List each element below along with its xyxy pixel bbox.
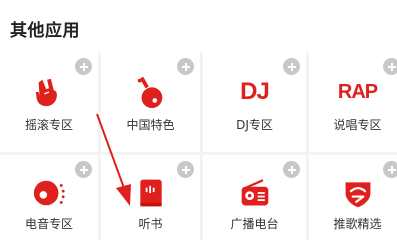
plus-icon [387, 165, 396, 174]
plus-icon [387, 62, 396, 71]
add-button[interactable] [283, 161, 300, 178]
app-label: 摇滚专区 [24, 118, 73, 132]
add-button[interactable] [75, 58, 92, 75]
add-button[interactable] [383, 161, 397, 178]
rock-hand-icon [31, 74, 67, 110]
pipa-instrument-icon [133, 74, 169, 110]
plus-icon [287, 165, 296, 174]
section-title: 其他应用 [10, 21, 80, 41]
add-button[interactable] [383, 58, 397, 75]
plus-icon [181, 165, 190, 174]
app-tile-rock[interactable]: 摇滚专区 [0, 52, 98, 152]
add-button[interactable] [75, 161, 92, 178]
add-button[interactable] [177, 58, 194, 75]
electronic-music-icon [31, 175, 67, 211]
dj-text-icon: DJ [240, 78, 270, 105]
app-tile-rap[interactable]: RAP 说唱专区 [309, 52, 397, 152]
app-label: 听书 [138, 217, 163, 231]
app-label: 广播电台 [230, 217, 279, 231]
book-audio-icon [133, 175, 169, 211]
add-button[interactable] [177, 161, 194, 178]
plus-icon [181, 62, 190, 71]
app-tile-recommend[interactable]: 推歌精选 [309, 155, 397, 243]
app-label: DJ专区 [236, 118, 273, 132]
add-button[interactable] [283, 58, 300, 75]
app-tile-electronic[interactable]: 电音专区 [0, 155, 98, 243]
app-grid: 摇滚专区 中国特色 DJ DJ专区 RAP 说唱专区 电音专区 听书 广播电台 … [0, 52, 397, 243]
plus-icon [79, 165, 88, 174]
rap-text-icon: RAP [337, 80, 378, 103]
app-tile-chinese[interactable]: 中国特色 [101, 52, 200, 152]
app-label: 电音专区 [24, 217, 73, 231]
app-label: 推歌精选 [333, 217, 382, 231]
app-label: 说唱专区 [333, 118, 382, 132]
plus-icon [287, 62, 296, 71]
plus-icon [79, 62, 88, 71]
app-tile-radio[interactable]: 广播电台 [203, 155, 306, 243]
recommend-song-icon [340, 175, 376, 211]
app-tile-audiobook[interactable]: 听书 [101, 155, 200, 243]
app-tile-dj[interactable]: DJ DJ专区 [203, 52, 306, 152]
radio-icon [237, 175, 273, 211]
app-label: 中国特色 [126, 118, 175, 132]
